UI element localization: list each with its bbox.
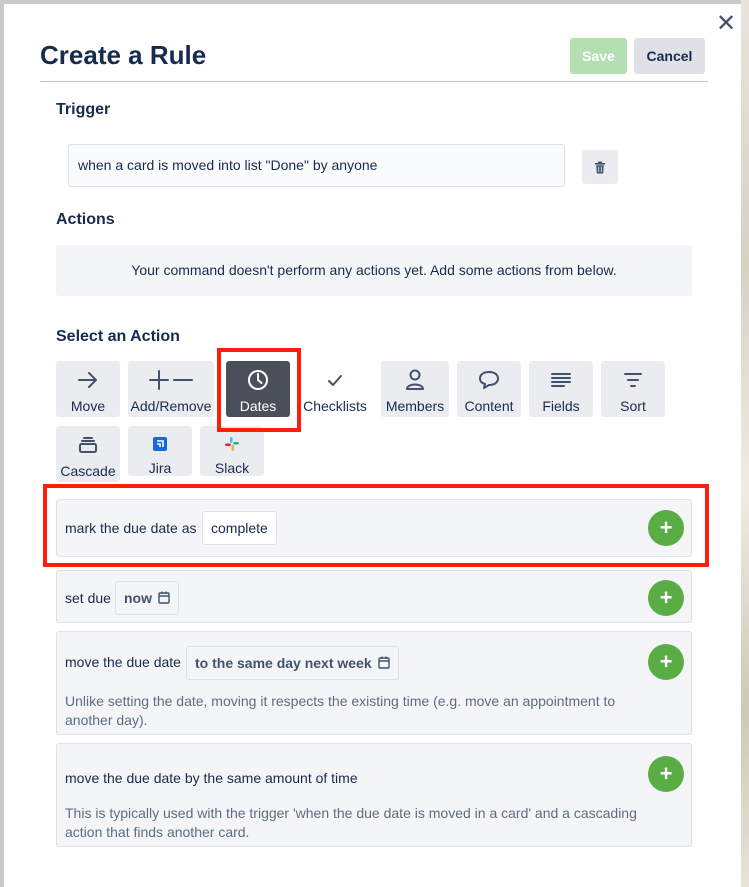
actions-heading: Actions [56,211,115,228]
delete-trigger-button[interactable] [582,150,618,184]
action-tile-label: Dates [239,398,277,414]
action-tile-dates[interactable]: Dates [226,361,290,417]
trash-icon [595,161,605,173]
action-tile-cascade[interactable]: Cascade [56,426,120,482]
add-action-button[interactable]: + [648,510,684,546]
close-icon[interactable]: ✕ [712,10,740,38]
action-tile-label: Content [464,398,514,414]
action-tile-label: Checklists [303,398,367,414]
select-action-heading: Select an Action [56,328,180,345]
action-tile-members[interactable]: Members [381,361,449,417]
cancel-button[interactable]: Cancel [634,38,705,74]
due-value-select[interactable]: now [115,581,179,615]
calendar-icon [158,583,170,615]
action-tile-move[interactable]: Move [56,361,120,417]
move-due-text: to the same day next week [195,655,372,671]
stack-icon [78,430,98,460]
date-action-prefix: move the due date [65,654,181,670]
action-tile-label: Slack [214,460,250,476]
action-tile-content[interactable]: Content [457,361,521,417]
action-tile-label: Cascade [60,463,116,479]
move-due-select[interactable]: to the same day next week [186,646,399,680]
person-icon [405,365,425,395]
add-action-button[interactable]: + [648,756,684,792]
speech-bubble-icon [478,365,500,395]
date-action-prefix: move the due date by the same amount of … [65,770,358,786]
action-tile-add-remove[interactable]: Add/Remove [128,361,214,417]
date-action-description: This is typically used with the trigger … [65,805,637,840]
action-tile-slack[interactable]: Slack [200,426,264,476]
date-action-prefix: set due [65,590,111,606]
action-tile-label: Members [385,398,445,414]
complete-select[interactable]: complete [202,511,277,545]
save-button[interactable]: Save [570,38,627,74]
create-rule-dialog: ✕ Create a Rule Save Cancel Trigger when… [4,4,741,887]
calendar-icon [377,648,390,680]
due-value-text: now [124,590,152,606]
action-tile-checklists[interactable]: Checklists [300,361,370,417]
date-action-prefix: mark the due date as [65,520,197,536]
date-action-card-mark-complete: mark the due date as complete + [56,499,692,557]
date-action-description: Unlike setting the date, moving it respe… [65,693,616,728]
action-tile-label: Sort [620,398,646,414]
trigger-field[interactable]: when a card is moved into list "Done" by… [68,144,565,187]
slack-icon [225,430,239,457]
sort-icon [623,365,643,395]
arrow-right-icon [77,365,99,395]
plus-minus-icon [149,365,193,395]
board-backdrop [741,0,749,887]
actions-empty-message: Your command doesn't perform any actions… [56,245,692,296]
add-action-button[interactable]: + [648,644,684,680]
trigger-heading: Trigger [56,101,111,118]
header-divider [40,81,708,82]
action-tile-label: Fields [542,398,580,414]
page-title: Create a Rule [40,40,207,70]
jira-icon [153,430,167,457]
date-action-card-set-due: set due now + [56,570,692,623]
add-action-button[interactable]: + [648,580,684,616]
action-tile-label: Move [70,398,106,414]
action-tile-fields[interactable]: Fields [529,361,593,417]
checkmark-icon [326,365,344,395]
date-action-card-move-due: move the due date to the same day next w… [56,631,692,735]
action-tile-label: Add/Remove [130,398,212,414]
clock-icon [247,365,269,395]
action-tile-sort[interactable]: Sort [601,361,665,417]
date-action-card-move-by-same: move the due date by the same amount of … [56,743,692,847]
action-tile-label: Jira [148,460,172,476]
action-tile-jira[interactable]: Jira [128,426,192,476]
lines-icon [551,365,571,395]
